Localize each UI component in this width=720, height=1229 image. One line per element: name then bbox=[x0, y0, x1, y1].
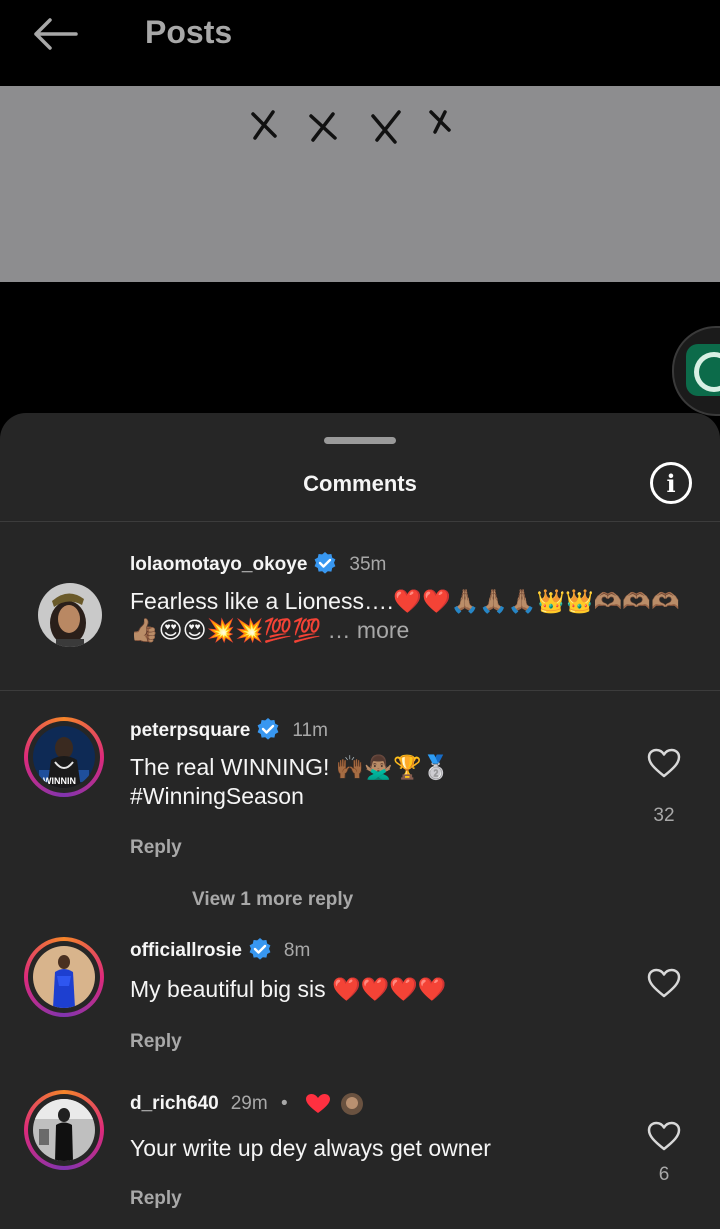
reply-button[interactable]: Reply bbox=[130, 1031, 182, 1053]
separator-dot: • bbox=[280, 1093, 288, 1115]
avatar[interactable]: WINNIN bbox=[24, 717, 104, 797]
comment-text: Your write up dey always get owner bbox=[130, 1135, 491, 1161]
comment-text: Fearless like a Lioness….❤️❤️🙏🏽🙏🏽🙏🏽👑👑🫶🏽🫶… bbox=[130, 587, 700, 645]
author-liked-heart-icon bbox=[305, 1094, 330, 1113]
avatar[interactable] bbox=[38, 583, 102, 647]
comments-title: Comments bbox=[303, 471, 417, 496]
divider bbox=[0, 521, 720, 522]
post-image[interactable] bbox=[0, 86, 720, 282]
heart-icon[interactable] bbox=[646, 1120, 682, 1152]
heart-icon[interactable] bbox=[646, 747, 682, 779]
like-count: 6 bbox=[658, 1164, 670, 1185]
avatar[interactable] bbox=[24, 1090, 104, 1170]
avatar[interactable] bbox=[24, 937, 104, 1017]
reply-button[interactable]: Reply bbox=[130, 1188, 182, 1210]
view-more-replies-button[interactable]: View 1 more reply bbox=[192, 889, 353, 911]
verified-badge-icon bbox=[249, 938, 271, 960]
drag-handle[interactable] bbox=[324, 437, 396, 444]
hashtag-link[interactable]: #WinningSeason bbox=[130, 782, 700, 811]
verified-badge-icon bbox=[257, 718, 279, 740]
comment-time: 35m bbox=[349, 554, 387, 575]
back-arrow-icon[interactable] bbox=[30, 14, 82, 54]
reply-button[interactable]: Reply bbox=[130, 837, 182, 859]
comments-sheet: Comments i lolaomotayo_okoye 35m Fearless… bbox=[0, 413, 720, 1229]
post-image-marks bbox=[251, 110, 451, 144]
comment-username[interactable]: officiallrosie bbox=[130, 940, 242, 961]
divider bbox=[0, 690, 720, 691]
author-avatar-mini bbox=[341, 1093, 364, 1115]
verified-badge-icon bbox=[314, 552, 336, 574]
comment-time: 11m bbox=[292, 720, 328, 741]
comment-body: The real WINNING! 🙌🏾🙅🏽‍♂️🏆🥈 bbox=[130, 754, 451, 780]
whatsapp-icon bbox=[686, 344, 720, 396]
comment-text: The real WINNING! 🙌🏾🙅🏽‍♂️🏆🥈 #WinningSeas… bbox=[130, 753, 700, 811]
like-count: 32 bbox=[653, 805, 675, 826]
comment-username[interactable]: lolaomotayo_okoye bbox=[130, 554, 307, 575]
comment-text: My beautiful big sis ❤️❤️❤️❤️ bbox=[130, 976, 447, 1002]
comment-username[interactable]: peterpsquare bbox=[130, 720, 250, 741]
info-icon[interactable]: i bbox=[650, 462, 692, 504]
more-link[interactable]: … more bbox=[321, 617, 410, 643]
page-title: Posts bbox=[145, 14, 233, 50]
heart-icon[interactable] bbox=[646, 967, 682, 999]
comment-username[interactable]: d_rich640 bbox=[130, 1093, 219, 1114]
comment-time: 29m bbox=[230, 1093, 268, 1115]
whatsapp-floating-button[interactable] bbox=[672, 326, 720, 416]
comment-time: 8m bbox=[283, 940, 311, 961]
top-bar: Posts bbox=[0, 0, 720, 86]
